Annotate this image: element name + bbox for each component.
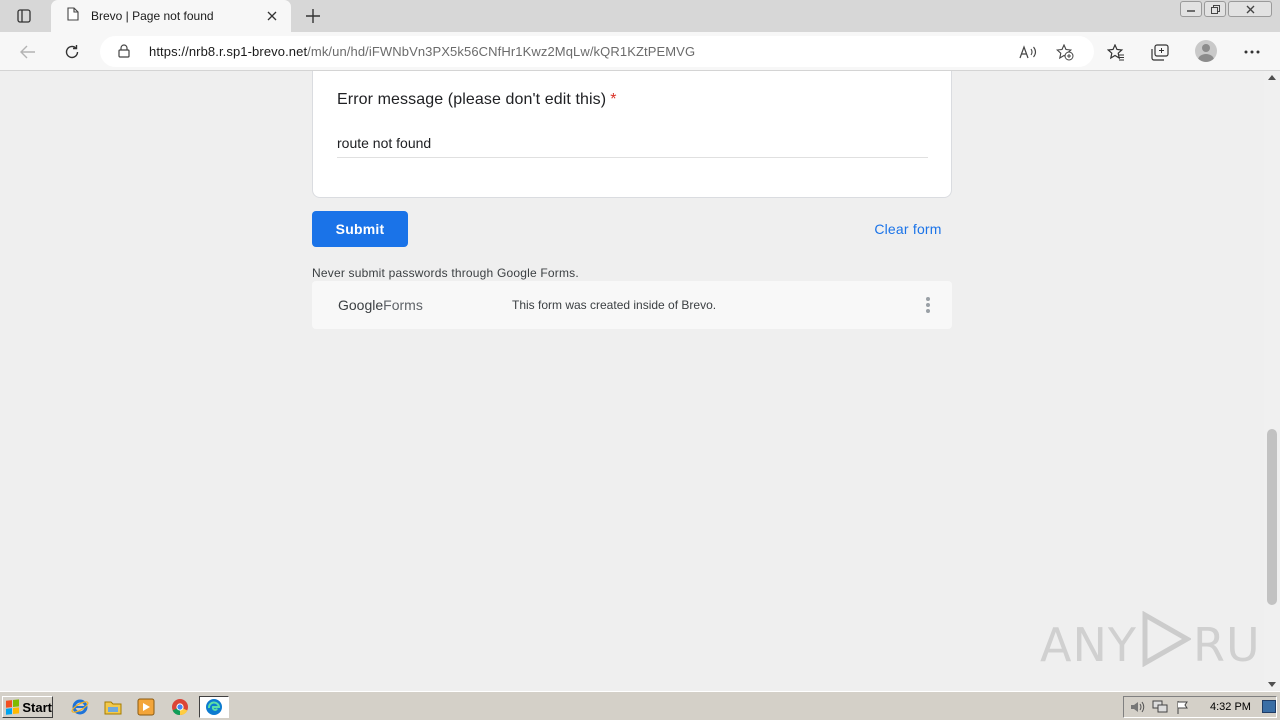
forms-wordmark: Forms <box>383 297 423 313</box>
clear-form-button[interactable]: Clear form <box>864 211 952 247</box>
form-footer: GoogleForms This form was created inside… <box>312 281 952 329</box>
tab-active[interactable]: Brevo | Page not found <box>51 0 291 32</box>
internet-explorer-icon[interactable] <box>68 696 92 718</box>
taskbar: Start 4:32 PM <box>0 691 1280 720</box>
close-icon[interactable] <box>263 7 281 25</box>
window-controls <box>1180 0 1272 17</box>
read-aloud-icon[interactable] <box>1018 43 1038 61</box>
more-icon[interactable] <box>1240 40 1264 64</box>
required-marker: * <box>610 91 617 108</box>
edge-icon[interactable] <box>199 696 229 718</box>
play-logo-icon <box>1139 610 1193 678</box>
submit-button[interactable]: Submit <box>312 211 408 247</box>
add-favorite-icon[interactable] <box>1055 43 1075 61</box>
url-path: /mk/un/hd/iFWNbVn3PX5k56CNfHr1Kwz2MqLw/k… <box>307 44 696 59</box>
tab-actions-icon[interactable] <box>10 5 38 27</box>
window-close-icon[interactable] <box>1228 1 1272 17</box>
chrome-icon[interactable] <box>168 696 192 718</box>
windows-logo-icon <box>6 699 20 715</box>
question-text: Error message (please don't edit this) <box>337 91 607 108</box>
footer-note: This form was created inside of Brevo. <box>512 298 717 312</box>
google-wordmark: Google <box>338 297 384 313</box>
plus-icon[interactable] <box>302 5 324 27</box>
browser-tab-strip: Brevo | Page not found <box>0 0 1280 32</box>
show-desktop-icon[interactable] <box>1262 700 1276 713</box>
system-tray: 4:32 PM <box>1123 696 1277 718</box>
minimize-icon[interactable] <box>1180 1 1202 17</box>
watermark-right: RUN <box>1192 617 1264 672</box>
volume-icon[interactable] <box>1127 699 1147 715</box>
password-warning: Never submit passwords through Google Fo… <box>312 266 579 280</box>
media-player-icon[interactable] <box>134 696 158 718</box>
anyrun-watermark: ANY RUN <box>1040 610 1264 678</box>
lock-icon[interactable] <box>118 44 130 63</box>
back-arrow-icon[interactable] <box>16 40 40 64</box>
watermark-left: ANY <box>1040 617 1137 672</box>
action-center-flag-icon[interactable] <box>1173 699 1193 715</box>
url-host: https://nrb8.r.sp1-brevo.net <box>149 44 308 59</box>
vertical-scrollbar[interactable] <box>1264 71 1280 691</box>
favorites-icon[interactable] <box>1104 40 1128 64</box>
scroll-up-arrow-icon[interactable] <box>1268 75 1276 80</box>
kebab-menu-icon[interactable] <box>924 295 932 315</box>
scroll-down-arrow-icon[interactable] <box>1268 682 1276 687</box>
scroll-thumb[interactable] <box>1267 429 1277 605</box>
start-label: Start <box>22 699 52 715</box>
url-text[interactable]: https://nrb8.r.sp1-brevo.net/mk/un/hd/iF… <box>149 44 695 59</box>
question-card: Error message (please don't edit this) * … <box>312 71 952 198</box>
refresh-icon[interactable] <box>60 40 84 64</box>
page-viewport: Error message (please don't edit this) * … <box>0 71 1264 691</box>
address-bar[interactable]: https://nrb8.r.sp1-brevo.net/mk/un/hd/iF… <box>100 36 1094 67</box>
collections-icon[interactable] <box>1148 40 1172 64</box>
clock[interactable]: 4:32 PM <box>1210 701 1251 713</box>
page-icon <box>67 6 79 26</box>
profile-avatar[interactable] <box>1195 40 1217 62</box>
file-explorer-icon[interactable] <box>101 696 125 718</box>
google-forms-logo[interactable]: GoogleForms <box>338 297 423 313</box>
browser-toolbar: https://nrb8.r.sp1-brevo.net/mk/un/hd/iF… <box>0 32 1280 71</box>
network-icon[interactable] <box>1150 699 1170 715</box>
tab-title: Brevo | Page not found <box>91 9 214 23</box>
answer-underline <box>337 157 928 158</box>
restore-icon[interactable] <box>1204 1 1226 17</box>
question-label: Error message (please don't edit this) * <box>337 91 617 109</box>
start-button[interactable]: Start <box>2 696 53 718</box>
answer-field[interactable]: route not found <box>337 135 431 151</box>
